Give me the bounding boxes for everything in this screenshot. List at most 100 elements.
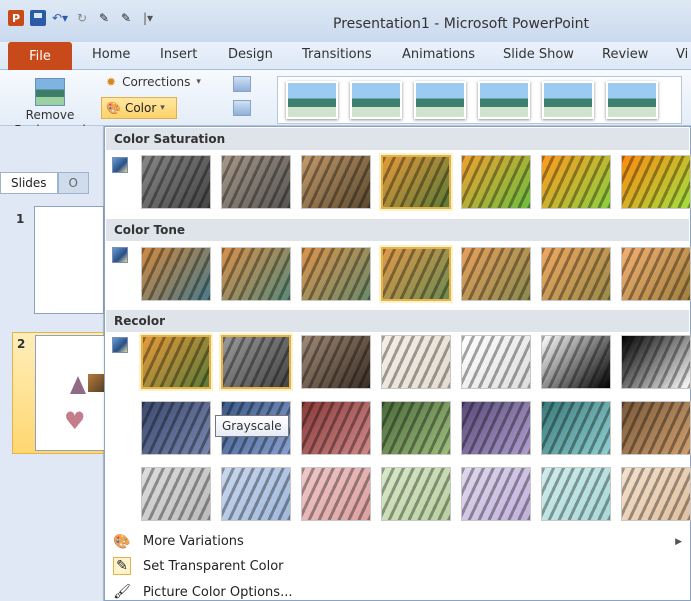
tab-review[interactable]: Review (602, 47, 648, 62)
redo-icon[interactable]: ↻ (74, 10, 90, 26)
tiger-thumbnail (462, 468, 530, 520)
slide-thumbnail-2-selected[interactable]: 2 ♥ (12, 332, 108, 454)
color-swatch[interactable] (221, 155, 291, 209)
set-transparent-color-item[interactable]: Set Transparent Color (143, 559, 284, 574)
picture-style-thumb[interactable] (414, 81, 466, 119)
remove-background-icon (35, 78, 65, 106)
color-swatch[interactable] (301, 155, 371, 209)
color-button[interactable]: 🎨 Color ▾ (101, 97, 177, 119)
tiger-thumbnail (462, 156, 530, 208)
color-swatch[interactable] (221, 247, 291, 301)
color-swatch[interactable] (621, 335, 691, 389)
color-swatch[interactable] (301, 401, 371, 455)
color-swatch[interactable] (381, 247, 451, 301)
color-swatch[interactable] (141, 335, 211, 389)
tiger-thumbnail (622, 156, 690, 208)
color-swatch[interactable] (621, 247, 691, 301)
color-swatch[interactable] (301, 467, 371, 521)
tab-insert[interactable]: Insert (160, 47, 197, 62)
tiger-thumbnail (622, 402, 690, 454)
picture-style-thumb[interactable] (606, 81, 658, 119)
undo-icon[interactable]: ↶▾ (52, 10, 68, 26)
color-swatch[interactable] (621, 155, 691, 209)
color-swatch[interactable] (621, 401, 691, 455)
corrections-button[interactable]: ✹ Corrections ▾ (106, 75, 201, 89)
picture-styles-gallery[interactable] (277, 76, 682, 124)
powerpoint-app-icon[interactable]: P (8, 10, 24, 26)
slide-number: 2 (17, 337, 26, 351)
slide-canvas: ♥ (35, 335, 108, 451)
color-swatch[interactable] (461, 335, 531, 389)
ribbon: Remove Background ✹ Corrections ▾ 🎨 Colo… (0, 70, 691, 137)
recolor-icon (112, 337, 128, 353)
tiger-thumbnail (222, 248, 290, 300)
color-swatch[interactable] (141, 467, 211, 521)
tab-transitions[interactable]: Transitions (302, 47, 372, 62)
tab-slides[interactable]: Slides (0, 172, 58, 194)
color-swatch[interactable] (541, 335, 611, 389)
slide-thumbnail-1[interactable] (34, 206, 104, 314)
tooltip: Grayscale (215, 415, 289, 437)
triangle-shape (70, 376, 86, 394)
tiger-thumbnail (143, 337, 209, 387)
color-swatch[interactable] (461, 467, 531, 521)
color-palette-icon: 🎨 (106, 101, 121, 115)
picture-style-thumb[interactable] (286, 81, 338, 119)
color-swatch[interactable] (141, 401, 211, 455)
slide-pane-tabs: Slides O (0, 172, 104, 194)
more-variations-item[interactable]: More Variations (143, 534, 244, 549)
color-swatch[interactable] (221, 467, 291, 521)
save-icon[interactable] (30, 10, 46, 26)
slide-number: 1 (16, 212, 25, 226)
color-swatch[interactable] (381, 335, 451, 389)
tiger-thumbnail (302, 156, 370, 208)
tab-animations[interactable]: Animations (402, 47, 475, 62)
color-swatch[interactable] (461, 155, 531, 209)
more-variations-label: More Variations (143, 534, 244, 549)
color-swatch[interactable] (541, 401, 611, 455)
tiger-thumbnail (542, 402, 610, 454)
set-transparent-color-icon: ✎ (113, 557, 131, 575)
tab-file[interactable]: File (8, 42, 72, 70)
more-variations-icon: 🎨 (113, 534, 131, 550)
color-swatch[interactable] (141, 155, 211, 209)
color-swatch[interactable] (541, 155, 611, 209)
color-swatch[interactable] (221, 335, 291, 389)
color-swatch[interactable] (541, 247, 611, 301)
corrections-label: Corrections (122, 75, 191, 89)
color-swatch[interactable] (541, 467, 611, 521)
color-swatch[interactable] (141, 247, 211, 301)
color-swatch[interactable] (381, 401, 451, 455)
change-picture-icon[interactable] (233, 100, 251, 116)
color-swatch[interactable] (301, 247, 371, 301)
color-swatch[interactable] (381, 155, 451, 209)
color-swatch[interactable] (461, 247, 531, 301)
tab-home[interactable]: Home (92, 47, 130, 62)
tiger-thumbnail (383, 249, 449, 299)
picture-style-thumb[interactable] (542, 81, 594, 119)
tab-slide-show[interactable]: Slide Show (503, 47, 574, 62)
color-swatch[interactable] (621, 467, 691, 521)
magic-wand-alt-icon[interactable]: ✎ (118, 10, 134, 26)
color-swatch[interactable] (461, 401, 531, 455)
quick-access-toolbar: P ↶▾ ↻ ✎ ✎ |▾ (8, 10, 156, 26)
submenu-arrow-icon: ▶ (675, 537, 682, 547)
chevron-down-icon: ▾ (160, 103, 165, 113)
slide-pane: Slides O 1 2 ♥ (0, 126, 108, 601)
picture-color-options-item[interactable]: Picture Color Options... (143, 585, 292, 600)
tab-view[interactable]: Vi (676, 47, 688, 62)
title-bar: P ↶▾ ↻ ✎ ✎ |▾ Presentation1 - Microsoft … (0, 0, 691, 42)
tiger-thumbnail (462, 336, 530, 388)
tab-design[interactable]: Design (228, 47, 273, 62)
tab-outline[interactable]: O (57, 172, 89, 194)
color-label: Color (124, 101, 157, 115)
picture-style-thumb[interactable] (350, 81, 402, 119)
customize-qat-icon[interactable]: |▾ (140, 10, 156, 26)
picture-style-thumb[interactable] (478, 81, 530, 119)
compress-pictures-icon[interactable] (233, 76, 251, 92)
magic-wand-icon[interactable]: ✎ (96, 10, 112, 26)
color-swatch[interactable] (301, 335, 371, 389)
section-color-saturation: Color Saturation (106, 128, 689, 150)
set-transparent-color-label: Set Transparent Color (143, 559, 284, 574)
color-swatch[interactable] (381, 467, 451, 521)
